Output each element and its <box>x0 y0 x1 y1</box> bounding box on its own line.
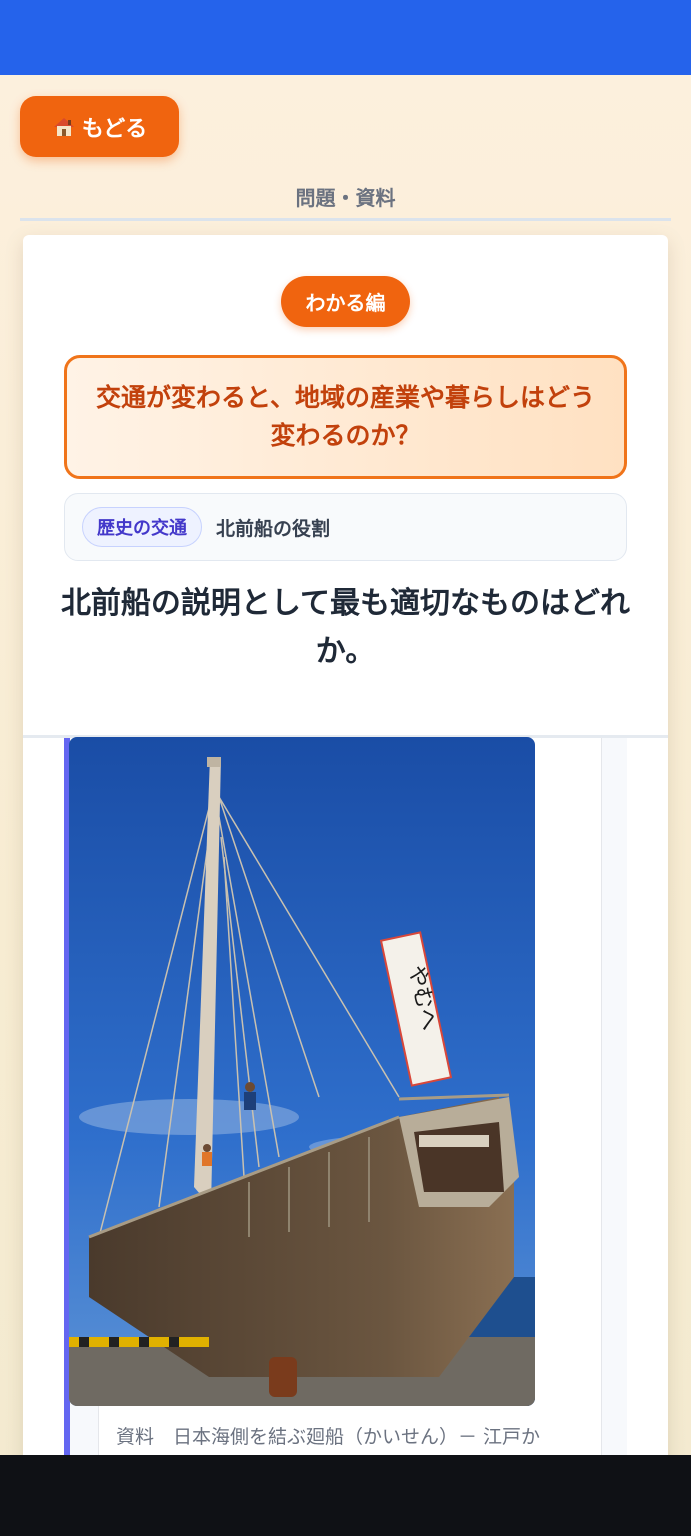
navigation-bar <box>0 1455 691 1536</box>
question-card: わかる編 交通が変わると、地域の産業や暮らしはどう変わるのか？ 歴史の交通 北前… <box>23 235 668 1495</box>
ship-photo: やむへ <box>69 737 535 1406</box>
section-title: 問題・資料 <box>295 186 396 210</box>
topic-label: 北前船の役割 <box>216 517 331 540</box>
level-badge: わかる編 <box>281 276 410 327</box>
back-button[interactable]: もどる <box>20 96 179 157</box>
category-tag: 歴史の交通 <box>82 507 202 547</box>
home-icon <box>52 115 76 139</box>
back-button-label: もどる <box>81 116 148 142</box>
divider <box>20 218 671 221</box>
topic-row: 歴史の交通 北前船の役割 <box>64 493 627 561</box>
theme-question: 交通が変わると、地域の産業や暮らしはどう変わるのか？ <box>95 383 595 450</box>
theme-question-box: 交通が変わると、地域の産業や暮らしはどう変わるのか？ <box>64 355 627 479</box>
question-text: 北前船の説明として最も適切なものはどれか。 <box>60 586 631 669</box>
material-caption: 資料 日本海側を結ぶ廻船（かいせん）－ 江戸か <box>116 1426 541 1448</box>
status-bar <box>0 0 691 75</box>
